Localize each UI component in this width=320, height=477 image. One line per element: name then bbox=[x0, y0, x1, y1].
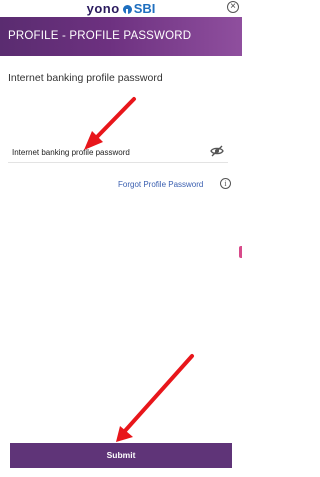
page-title: PROFILE - PROFILE PASSWORD bbox=[8, 30, 192, 42]
eye-slash-icon[interactable] bbox=[210, 145, 224, 157]
info-icon[interactable]: i bbox=[220, 178, 231, 189]
forgot-password-link[interactable]: Forgot Profile Password bbox=[118, 180, 203, 189]
logo-sbi-text: SBI bbox=[133, 1, 156, 16]
page-header: PROFILE - PROFILE PASSWORD bbox=[0, 17, 242, 56]
logo-yono-text: yono bbox=[86, 1, 120, 16]
section-heading: Internet banking profile password bbox=[8, 72, 163, 84]
submit-button[interactable]: Submit bbox=[10, 443, 232, 468]
password-field bbox=[8, 142, 228, 163]
sbi-keyhole-icon bbox=[122, 5, 132, 14]
yono-sbi-logo: yono SBI bbox=[0, 0, 242, 17]
close-icon: × bbox=[230, 1, 236, 12]
side-edge-tab[interactable] bbox=[239, 246, 242, 258]
password-input[interactable] bbox=[12, 144, 197, 160]
top-bar: yono SBI × bbox=[0, 0, 242, 17]
close-button[interactable]: × bbox=[227, 1, 239, 13]
arrow-to-submit-button bbox=[116, 354, 194, 442]
